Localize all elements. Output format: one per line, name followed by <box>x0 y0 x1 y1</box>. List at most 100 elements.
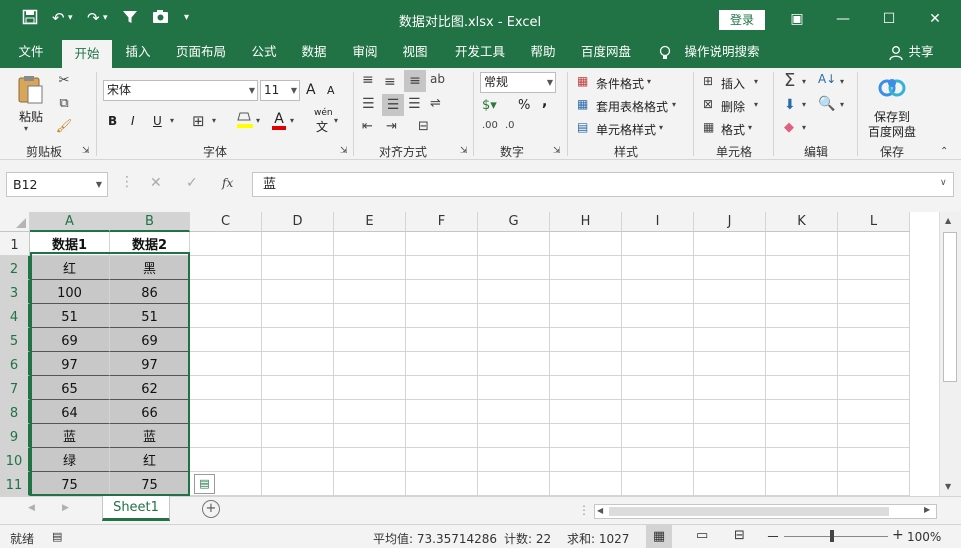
cell-a9[interactable]: 蓝 <box>30 424 110 448</box>
cell-d1[interactable] <box>262 232 334 256</box>
cell-f6[interactable] <box>406 352 478 376</box>
cell-f11[interactable] <box>406 472 478 496</box>
cell-j1[interactable] <box>694 232 766 256</box>
cell-b9[interactable]: 蓝 <box>110 424 190 448</box>
add-sheet-button[interactable]: + <box>202 500 220 518</box>
merge-center-icon[interactable]: ⊟ <box>418 119 429 134</box>
cell-g3[interactable] <box>478 280 550 304</box>
cell-b3[interactable]: 86 <box>110 280 190 304</box>
zoom-in-button[interactable]: + <box>892 527 904 543</box>
cell-g5[interactable] <box>478 328 550 352</box>
save-icon[interactable] <box>22 9 38 29</box>
cell-a3[interactable]: 100 <box>30 280 110 304</box>
worksheet-grid[interactable]: ABCDEFGHIJKL 1 数据1 数据2 2 红黑 3 100 86 4 51 51 5 69 69 6… <box>0 212 961 496</box>
vertical-scrollbar[interactable]: ▲ ▼ <box>939 212 961 496</box>
cell-styles-button[interactable]: 单元格样式 <box>596 121 656 138</box>
cell-e2[interactable] <box>334 256 406 280</box>
cell-i5[interactable] <box>622 328 694 352</box>
baidu-netdisk-icon[interactable] <box>876 76 908 102</box>
expand-formula-bar-icon[interactable]: ∨ <box>940 178 947 188</box>
cell-i4[interactable] <box>622 304 694 328</box>
cell-a4[interactable]: 51 <box>30 304 110 328</box>
cell-b1[interactable]: 数据2 <box>110 232 190 256</box>
cell-c9[interactable] <box>190 424 262 448</box>
cell-h1[interactable] <box>550 232 622 256</box>
cell-k11[interactable] <box>766 472 838 496</box>
cell-j3[interactable] <box>694 280 766 304</box>
decrease-indent-icon[interactable]: ⇤ <box>362 119 373 134</box>
align-right-icon[interactable]: ☰ <box>408 96 421 112</box>
cell-e9[interactable] <box>334 424 406 448</box>
cell-l9[interactable] <box>838 424 910 448</box>
tab-help[interactable]: 帮助 <box>521 38 565 68</box>
column-header-e[interactable]: E <box>334 212 406 232</box>
cell-j11[interactable] <box>694 472 766 496</box>
cell-b5[interactable]: 69 <box>110 328 190 352</box>
cell-g4[interactable] <box>478 304 550 328</box>
prev-sheet-icon[interactable]: ◀ <box>28 503 35 513</box>
cell-l8[interactable] <box>838 400 910 424</box>
formula-input[interactable]: 蓝 <box>252 172 954 197</box>
cell-f10[interactable] <box>406 448 478 472</box>
column-header-i[interactable]: I <box>622 212 694 232</box>
delete-dropdown-icon[interactable]: ▾ <box>754 100 758 109</box>
cell-e8[interactable] <box>334 400 406 424</box>
cell-e3[interactable] <box>334 280 406 304</box>
cell-b11[interactable]: 75 <box>110 472 190 496</box>
redo-icon[interactable]: ↷ <box>87 9 100 27</box>
tell-me-search[interactable]: 操作说明搜索 <box>680 38 764 68</box>
cell-c10[interactable] <box>190 448 262 472</box>
cell-j10[interactable] <box>694 448 766 472</box>
tab-home[interactable]: 开始 <box>62 40 112 68</box>
cell-e4[interactable] <box>334 304 406 328</box>
percent-button[interactable]: % <box>518 98 530 113</box>
cell-h6[interactable] <box>550 352 622 376</box>
cell-k2[interactable] <box>766 256 838 280</box>
cell-a10[interactable]: 绿 <box>30 448 110 472</box>
vertical-scroll-thumb[interactable] <box>943 232 957 382</box>
borders-icon[interactable]: ⊞ <box>192 112 205 130</box>
paste-icon[interactable] <box>16 74 46 106</box>
cell-a1[interactable]: 数据1 <box>30 232 110 256</box>
cell-l1[interactable] <box>838 232 910 256</box>
tab-view[interactable]: 视图 <box>393 38 437 68</box>
insert-dropdown-icon[interactable]: ▾ <box>754 77 758 86</box>
sheet-tab-sheet1[interactable]: Sheet1 <box>102 496 170 521</box>
camera-icon[interactable] <box>152 9 169 28</box>
paste-label[interactable]: 粘贴 <box>19 108 43 125</box>
cell-h4[interactable] <box>550 304 622 328</box>
tab-data[interactable]: 数据 <box>292 38 336 68</box>
tab-baidu-netdisk[interactable]: 百度网盘 <box>573 38 639 68</box>
phonetic-button[interactable]: 文 <box>316 118 328 135</box>
format-painter-icon[interactable]: 🖌 <box>55 119 73 134</box>
select-all-button[interactable] <box>0 212 30 232</box>
cell-a11[interactable]: 75 <box>30 472 110 496</box>
tab-review[interactable]: 审阅 <box>343 38 387 68</box>
increase-indent-icon[interactable]: ⇥ <box>386 119 397 134</box>
cell-d6[interactable] <box>262 352 334 376</box>
autosum-icon[interactable]: Σ <box>784 70 795 91</box>
status-average[interactable]: 平均值: 73.35714286 <box>373 530 497 547</box>
cell-k4[interactable] <box>766 304 838 328</box>
cell-h7[interactable] <box>550 376 622 400</box>
quick-analysis-icon[interactable]: ▤ <box>194 474 215 494</box>
cell-a5[interactable]: 69 <box>30 328 110 352</box>
column-header-l[interactable]: L <box>838 212 910 232</box>
horizontal-scroll-thumb[interactable] <box>609 507 889 516</box>
cancel-icon[interactable]: ✕ <box>150 175 162 191</box>
cell-k1[interactable] <box>766 232 838 256</box>
decrease-decimal-icon[interactable]: .0 <box>505 120 515 131</box>
share-user-icon[interactable] <box>888 38 904 68</box>
cell-d9[interactable] <box>262 424 334 448</box>
cell-g8[interactable] <box>478 400 550 424</box>
cell-g6[interactable] <box>478 352 550 376</box>
scroll-right-icon[interactable]: ▶ <box>924 505 930 514</box>
fill-color-dropdown-icon[interactable]: ▾ <box>256 116 260 125</box>
cell-h5[interactable] <box>550 328 622 352</box>
cell-h2[interactable] <box>550 256 622 280</box>
fill-color-icon[interactable] <box>236 110 254 130</box>
conditional-format-button[interactable]: 条件格式 <box>596 75 644 92</box>
row-header-4[interactable]: 4 <box>0 304 30 328</box>
column-header-g[interactable]: G <box>478 212 550 232</box>
cell-k6[interactable] <box>766 352 838 376</box>
